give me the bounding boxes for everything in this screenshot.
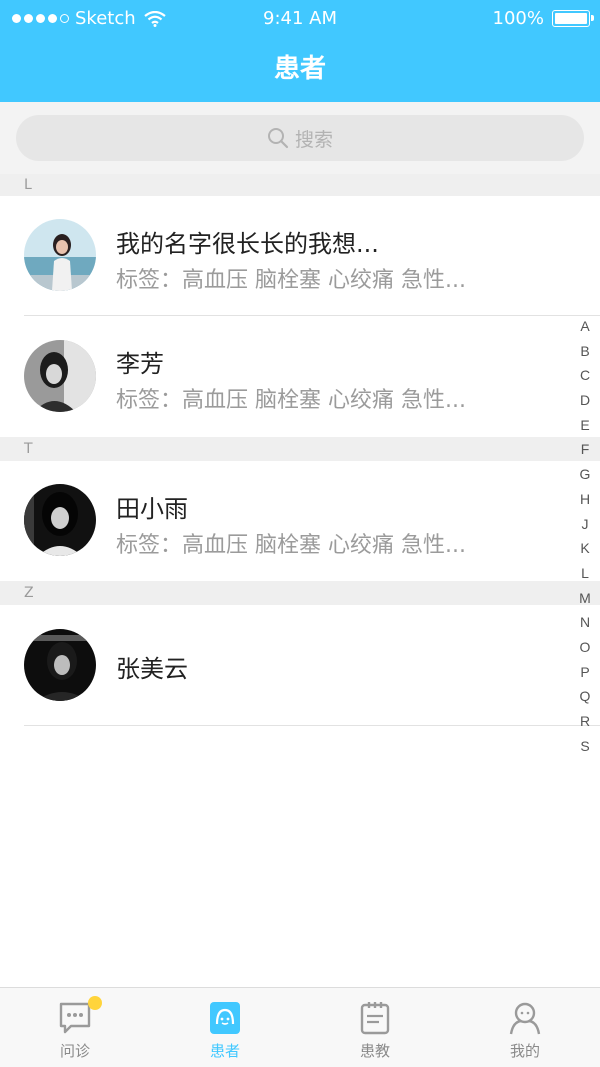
patient-name: 田小雨: [116, 495, 188, 523]
patient-row[interactable]: 田小雨 标签：高血压 脑栓塞 心绞痛 急性...: [0, 461, 600, 581]
index-letter[interactable]: K: [580, 536, 589, 561]
index-letter[interactable]: S: [580, 734, 589, 759]
patient-row[interactable]: 我的名字很长长的我想... 标签：高血压 脑栓塞 心绞痛 急性...: [0, 196, 600, 316]
battery-icon: [552, 10, 594, 27]
alphabet-index[interactable]: A B C D E F G H J K L M N O P Q R S: [574, 314, 596, 758]
search-placeholder: 搜索: [294, 128, 333, 151]
search-input[interactable]: 搜索: [16, 115, 584, 161]
notification-badge: [88, 996, 102, 1010]
avatar: [24, 629, 96, 701]
avatar: [24, 484, 96, 556]
index-letter[interactable]: C: [580, 363, 590, 388]
section-header-z: Z: [0, 581, 600, 605]
search-bar: 搜索: [0, 102, 600, 174]
tab-label: 患教: [359, 1042, 390, 1060]
search-icon: [267, 128, 289, 149]
patient-name: 张美云: [116, 655, 188, 683]
index-letter[interactable]: B: [580, 339, 589, 364]
tab-label: 患者: [209, 1042, 240, 1060]
profile-icon: [509, 1002, 541, 1035]
tab-label: 问诊: [59, 1042, 90, 1060]
index-letter[interactable]: R: [580, 709, 590, 734]
index-letter[interactable]: M: [579, 586, 591, 611]
avatar: [24, 219, 96, 291]
patient-icon: [210, 1002, 240, 1034]
patient-name: 我的名字很长长的我想...: [116, 230, 379, 258]
index-letter[interactable]: P: [580, 660, 589, 685]
tab-bar: 问诊 患者 患教 我的: [0, 987, 600, 1067]
index-letter[interactable]: N: [580, 610, 590, 635]
divider: [24, 725, 600, 726]
index-letter[interactable]: Q: [580, 684, 591, 709]
patient-tags: 标签：高血压 脑栓塞 心绞痛 急性...: [116, 268, 466, 293]
index-letter[interactable]: E: [580, 413, 589, 438]
status-bar: Sketch 9:41 AM 100%: [0, 0, 600, 36]
section-header-t: T: [0, 437, 600, 461]
index-letter[interactable]: L: [581, 561, 589, 586]
battery-percent: 100%: [492, 8, 544, 29]
patient-row[interactable]: 张美云: [0, 605, 600, 726]
tab-profile[interactable]: 我的: [450, 988, 600, 1067]
index-letter[interactable]: O: [580, 635, 591, 660]
index-letter[interactable]: F: [581, 437, 590, 462]
index-letter[interactable]: J: [582, 512, 589, 537]
index-letter[interactable]: A: [580, 314, 589, 339]
section-header-l: L: [0, 174, 600, 196]
patient-tags: 标签：高血压 脑栓塞 心绞痛 急性...: [116, 388, 466, 413]
tab-patients[interactable]: 患者: [150, 988, 300, 1067]
tab-label: 我的: [509, 1042, 540, 1060]
patient-tags: 标签：高血压 脑栓塞 心绞痛 急性...: [116, 533, 466, 558]
patient-name: 李芳: [116, 350, 164, 378]
index-letter[interactable]: H: [580, 487, 590, 512]
page-title: 患者: [273, 54, 326, 84]
tab-consultation[interactable]: 问诊: [0, 988, 150, 1067]
notebook-icon: [360, 1002, 390, 1035]
tab-education[interactable]: 患教: [300, 988, 450, 1067]
index-letter[interactable]: G: [580, 462, 591, 487]
patient-row[interactable]: 李芳 标签：高血压 脑栓塞 心绞痛 急性...: [0, 316, 600, 437]
index-letter[interactable]: D: [580, 388, 590, 413]
header: Sketch 9:41 AM 100% 患者: [0, 0, 600, 102]
avatar: [24, 340, 96, 412]
